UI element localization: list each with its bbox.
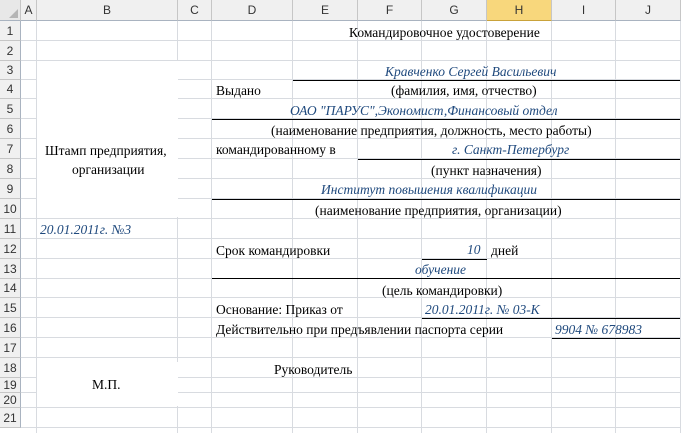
doc-title: Командировочное удостоверение xyxy=(349,25,540,40)
row-header-3[interactable]: 3 xyxy=(0,61,21,80)
row-header-2[interactable]: 2 xyxy=(0,41,21,61)
stamp-line-2: организации xyxy=(72,162,145,177)
row-header-12[interactable]: 12 xyxy=(0,239,21,259)
purpose-underline xyxy=(212,278,680,279)
row-header-21[interactable]: 21 xyxy=(0,408,21,428)
column-header-a[interactable]: A xyxy=(21,0,37,21)
column-header-d[interactable]: D xyxy=(212,0,293,21)
row-header-20[interactable]: 20 xyxy=(0,393,21,408)
registration-date[interactable]: 20.01.2011г. №3 xyxy=(40,222,131,238)
row-gridline xyxy=(21,407,681,408)
passport-label: Действительно при предъявлении паспорта … xyxy=(216,322,504,337)
org-underline xyxy=(212,119,680,120)
column-header-j[interactable]: J xyxy=(616,0,681,21)
stamp-line-1: Штамп предприятия, xyxy=(45,143,167,158)
column-header-f[interactable]: F xyxy=(358,0,422,21)
row-header-17[interactable]: 17 xyxy=(0,338,21,358)
row-gridline xyxy=(21,297,681,298)
passport-underline xyxy=(552,338,680,339)
term-label: Срок командировки xyxy=(216,243,331,258)
institution[interactable]: Институт повышения квалификации xyxy=(321,182,537,198)
column-gridline xyxy=(211,21,212,433)
destination-underline xyxy=(358,159,680,160)
term-days[interactable]: 10 xyxy=(467,242,481,258)
column-header-h[interactable]: H xyxy=(487,0,552,21)
institution-caption: (наименование предприятия, организации) xyxy=(315,203,562,218)
spreadsheet: ABCDEFGHIJ 1 2 3 4 5 6 7 8 9 10 11 12 13 14 15 16 17 18 19… xyxy=(0,0,681,433)
row-header-14[interactable]: 14 xyxy=(0,279,21,298)
employee-name[interactable]: Кравченко Сергей Васильевич xyxy=(385,64,556,80)
row-gridline xyxy=(21,258,681,259)
row-gridline xyxy=(21,238,681,239)
row-header-6[interactable]: 6 xyxy=(0,119,21,139)
row-header-19[interactable]: 19 xyxy=(0,378,21,393)
row-header-8[interactable]: 8 xyxy=(0,159,21,179)
column-header-c[interactable]: C xyxy=(178,0,212,21)
seal-label: М.П. xyxy=(92,377,121,392)
basis-value[interactable]: 20.01.2011г. № 03-К xyxy=(425,302,540,318)
name-caption: (фамилия, имя, отчество) xyxy=(391,83,537,98)
issued-label: Выдано xyxy=(216,83,261,98)
column-header-b[interactable]: B xyxy=(37,0,178,21)
days-label: дней xyxy=(491,243,519,258)
head-label: Руководитель xyxy=(274,362,353,377)
passport-value[interactable]: 9904 № 678983 xyxy=(555,322,642,338)
column-gridline xyxy=(357,21,358,433)
row-header-10[interactable]: 10 xyxy=(0,199,21,219)
org-caption: (наименование предприятия, должность, ме… xyxy=(271,123,592,138)
row-header-1[interactable]: 1 xyxy=(0,21,21,41)
purpose-caption: (цель командировки) xyxy=(382,283,503,298)
basis-label: Основание: Приказ от xyxy=(216,302,343,317)
row-header-5[interactable]: 5 xyxy=(0,99,21,119)
column-header-i[interactable]: I xyxy=(552,0,616,21)
org-position[interactable]: ОАО "ПАРУС",Экономист,Финансовый отдел xyxy=(290,103,558,119)
column-gridline xyxy=(615,21,616,433)
select-all-triangle-icon xyxy=(9,9,18,18)
row-header-7[interactable]: 7 xyxy=(0,139,21,159)
name-underline xyxy=(293,80,680,81)
column-gridline xyxy=(551,21,552,433)
row-header-9[interactable]: 9 xyxy=(0,179,21,199)
column-header-e[interactable]: E xyxy=(293,0,358,21)
destination-caption: (пункт назначения) xyxy=(431,163,542,178)
row-gridline xyxy=(21,427,681,428)
sent-to-label: командированному в xyxy=(216,142,336,157)
merged-stamp-area[interactable] xyxy=(37,61,178,217)
destination[interactable]: г. Санкт-Петербург xyxy=(452,142,569,158)
row-header-13[interactable]: 13 xyxy=(0,259,21,279)
institution-underline xyxy=(212,199,680,200)
term-underline xyxy=(422,259,487,260)
column-header-g[interactable]: G xyxy=(422,0,487,21)
purpose[interactable]: обучение xyxy=(415,262,466,278)
row-header-18[interactable]: 18 xyxy=(0,358,21,378)
row-header-11[interactable]: 11 xyxy=(0,219,21,239)
row-header-4[interactable]: 4 xyxy=(0,80,21,99)
row-header-16[interactable]: 16 xyxy=(0,318,21,338)
select-all-corner[interactable] xyxy=(0,0,21,21)
row-gridline xyxy=(21,357,681,358)
basis-underline xyxy=(422,318,680,319)
row-header-15[interactable]: 15 xyxy=(0,298,21,318)
